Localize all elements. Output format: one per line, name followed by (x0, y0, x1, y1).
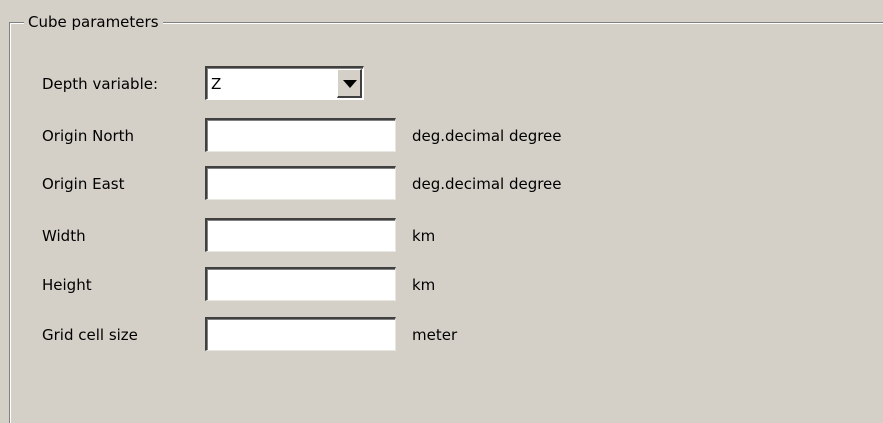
grid-cell-size-label: Grid cell size (42, 326, 138, 344)
origin-east-field-frame (205, 166, 396, 200)
origin-east-unit: deg.decimal degree (412, 175, 562, 193)
grid-cell-size-field-frame (205, 317, 396, 351)
origin-north-input[interactable] (207, 120, 395, 151)
height-label: Height (42, 276, 92, 294)
origin-north-label: Origin North (42, 127, 135, 145)
width-unit: km (412, 227, 436, 245)
height-unit: km (412, 276, 436, 294)
height-input[interactable] (207, 269, 395, 300)
dropdown-button[interactable] (337, 69, 362, 98)
height-field-frame (205, 267, 396, 301)
depth-variable-label: Depth variable: (42, 75, 159, 93)
origin-north-field-frame (205, 118, 396, 152)
width-input[interactable] (207, 220, 395, 251)
width-label: Width (42, 227, 86, 245)
grid-cell-size-input[interactable] (207, 319, 395, 350)
origin-east-input[interactable] (207, 168, 395, 199)
depth-variable-value: Z (211, 75, 222, 93)
width-field-frame (205, 218, 396, 252)
origin-east-label: Origin East (42, 175, 125, 193)
chevron-down-icon (343, 80, 357, 88)
grid-cell-size-unit: meter (412, 326, 458, 344)
origin-north-unit: deg.decimal degree (412, 127, 562, 145)
groupbox-title: Cube parameters (24, 13, 163, 31)
depth-variable-dropdown[interactable]: Z (205, 66, 364, 100)
